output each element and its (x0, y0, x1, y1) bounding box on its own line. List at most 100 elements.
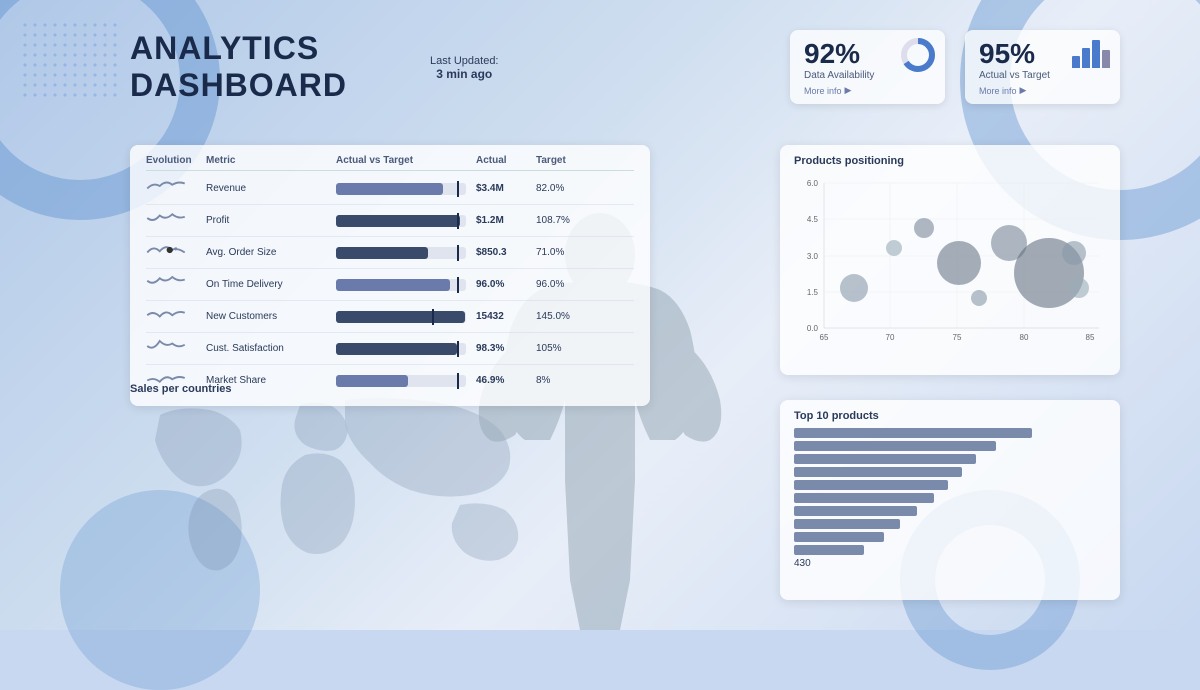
metric-target-value: 108.7% (536, 215, 606, 226)
col-target: Target (536, 155, 606, 166)
progress-bar (336, 215, 466, 227)
top10-value-label: 430 (794, 558, 1106, 569)
bar-fill (336, 343, 457, 355)
top10-bar (794, 506, 917, 516)
metric-name: Avg. Order Size (206, 247, 336, 258)
top10-list-item (794, 454, 1106, 464)
last-updated-label: Last Updated: (430, 55, 499, 67)
evolution-sparkline (146, 272, 206, 297)
col-actual: Actual (476, 155, 536, 166)
metric-actual-value: 15432 (476, 311, 536, 322)
evolution-sparkline (146, 208, 206, 233)
top10-list-item (794, 428, 1106, 438)
metric-actual-value: $3.4M (476, 183, 536, 194)
svg-text:65: 65 (820, 333, 829, 342)
metric-name: On Time Delivery (206, 279, 336, 290)
bar4 (1102, 50, 1110, 68)
top10-bar (794, 467, 962, 477)
col-metric: Metric (206, 155, 336, 166)
bar-chart-icon (1072, 38, 1110, 68)
metric-actual-value: 96.0% (476, 279, 536, 290)
bar3 (1092, 40, 1100, 68)
evolution-sparkline (146, 240, 206, 265)
top10-title: Top 10 products (794, 410, 1106, 422)
bar-wrapper (336, 183, 476, 195)
bar-wrapper (336, 311, 476, 323)
top10-bar (794, 441, 996, 451)
col-actual-vs-target: Actual vs Target (336, 155, 476, 166)
target-line (457, 341, 459, 357)
bar-fill (336, 279, 450, 291)
metric-target-value: 71.0% (536, 247, 606, 258)
metric-target-value: 105% (536, 343, 606, 354)
bar-wrapper (336, 215, 476, 227)
metric-name: New Customers (206, 311, 336, 322)
top10-list-item (794, 467, 1106, 477)
metric-target-value: 96.0% (536, 279, 606, 290)
target-line (432, 309, 434, 325)
progress-bar (336, 247, 466, 259)
donut-chart-icon (899, 36, 937, 74)
table-row: Profit $1.2M 108.7% (146, 205, 634, 237)
bar-wrapper (336, 375, 476, 387)
top10-bar (794, 454, 976, 464)
top10-bar (794, 532, 884, 542)
kpi-actual-vs-target-more[interactable]: More info ▶ (979, 85, 1106, 96)
last-updated-section: Last Updated: 3 min ago (430, 55, 499, 81)
deco-dots (20, 20, 120, 100)
progress-bar (336, 343, 466, 355)
bar-wrapper (336, 247, 476, 259)
table-row: On Time Delivery 96.0% 96.0% (146, 269, 634, 301)
top10-rows: 430 (794, 428, 1106, 569)
metric-name: Cust. Satisfaction (206, 343, 336, 354)
target-line (457, 181, 459, 197)
target-line (457, 373, 459, 389)
metric-actual-value: 46.9% (476, 375, 536, 386)
top10-list-item (794, 519, 1106, 529)
top10-bar (794, 480, 948, 490)
bar-wrapper (336, 343, 476, 355)
table-row: Revenue $3.4M 82.0% (146, 173, 634, 205)
top10-panel: Top 10 products 430 (780, 400, 1120, 600)
metrics-table-header: Evolution Metric Actual vs Target Actual… (146, 155, 634, 171)
top10-list-item (794, 545, 1106, 555)
top10-bar (794, 545, 864, 555)
evolution-sparkline (146, 304, 206, 329)
metrics-table: Evolution Metric Actual vs Target Actual… (130, 145, 650, 406)
svg-text:85: 85 (1086, 333, 1095, 342)
top10-list-item (794, 480, 1106, 490)
top10-bar (794, 428, 1032, 438)
kpi-data-availability: 92% Data Availability More info ▶ (790, 30, 945, 104)
table-row: Cust. Satisfaction 98.3% 105% (146, 333, 634, 365)
svg-text:6.0: 6.0 (807, 179, 819, 188)
svg-text:70: 70 (886, 333, 895, 342)
bar2 (1082, 48, 1090, 68)
bar-fill (336, 215, 460, 227)
top10-bar (794, 493, 934, 503)
bar-wrapper (336, 279, 476, 291)
metric-target-value: 82.0% (536, 183, 606, 194)
progress-bar (336, 311, 466, 323)
metric-actual-value: $850.3 (476, 247, 536, 258)
bar-fill (336, 311, 465, 323)
svg-text:4.5: 4.5 (807, 215, 819, 224)
scatter-chart-panel: Products positioning 6.0 4.5 3.0 1.5 0.0… (780, 145, 1120, 375)
bar1 (1072, 56, 1080, 68)
progress-bar (336, 183, 466, 195)
sales-countries-label: Sales per countries (130, 383, 232, 395)
target-line (457, 245, 459, 261)
bar-fill (336, 247, 428, 259)
kpi-actual-vs-target: 95% Actual vs Target More info ▶ (965, 30, 1120, 104)
scatter-chart-svg: 6.0 4.5 3.0 1.5 0.0 65 70 75 80 85 (794, 173, 1104, 358)
last-updated-value: 3 min ago (430, 67, 499, 81)
metric-name: Revenue (206, 183, 336, 194)
kpi-cards-container: 92% Data Availability More info ▶ 95% Ac… (790, 30, 1120, 104)
target-line (457, 213, 459, 229)
table-row: Avg. Order Size $850.3 71.0% (146, 237, 634, 269)
target-line (457, 277, 459, 293)
table-row: New Customers 15432 145.0% (146, 301, 634, 333)
kpi-data-availability-more[interactable]: More info ▶ (804, 85, 931, 96)
kpi-actual-vs-target-label: Actual vs Target (979, 70, 1106, 81)
bar-fill (336, 375, 408, 387)
top10-bar (794, 519, 900, 529)
